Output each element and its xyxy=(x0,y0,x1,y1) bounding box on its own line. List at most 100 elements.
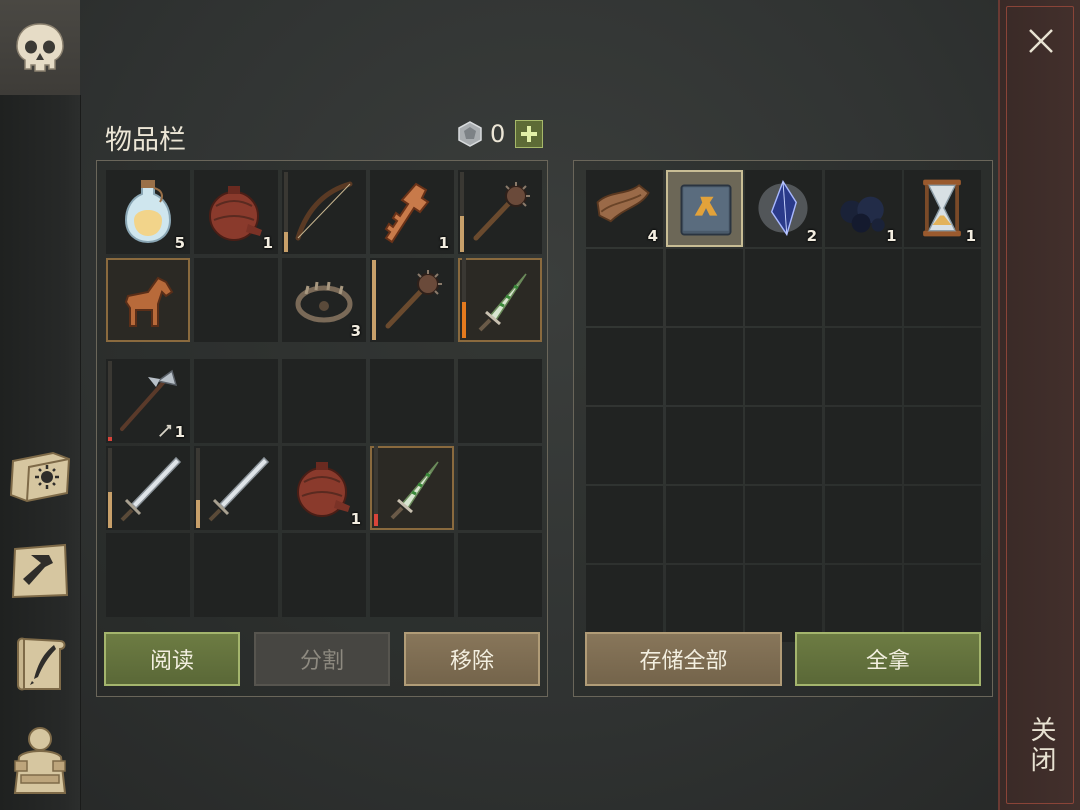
empty-slot[interactable] xyxy=(458,533,542,617)
item-slot[interactable] xyxy=(106,446,190,530)
empty-slot[interactable] xyxy=(586,486,663,563)
longsword-icon xyxy=(120,456,182,522)
empty-slot[interactable] xyxy=(745,249,822,326)
empty-slot[interactable] xyxy=(194,533,278,617)
empty-slot[interactable] xyxy=(745,486,822,563)
durability-fill xyxy=(108,437,112,441)
bronze-key-icon xyxy=(384,182,430,244)
sun-book-icon xyxy=(9,451,71,503)
empty-slot[interactable] xyxy=(745,407,822,484)
empty-slot[interactable] xyxy=(824,565,902,642)
gem-coin-icon xyxy=(458,121,482,147)
hammer-map-icon xyxy=(11,543,69,599)
empty-slot[interactable] xyxy=(282,533,366,617)
currency-count: 0 xyxy=(490,120,506,148)
empty-slot[interactable] xyxy=(824,486,902,563)
item-slot[interactable]: 4 xyxy=(586,170,663,247)
halberd-icon xyxy=(120,369,178,431)
item-slot[interactable]: 1 xyxy=(282,446,366,530)
empty-slot[interactable] xyxy=(194,258,278,342)
crafting-button[interactable] xyxy=(6,537,74,605)
sun-book-button[interactable] xyxy=(6,443,74,511)
split-button[interactable]: 分割 xyxy=(254,632,390,686)
item-slot[interactable] xyxy=(194,446,278,530)
empty-slot[interactable] xyxy=(824,328,902,405)
empty-slot[interactable] xyxy=(586,407,663,484)
empty-slot[interactable] xyxy=(370,533,454,617)
empty-slot[interactable] xyxy=(665,328,743,405)
item-slot[interactable] xyxy=(458,170,542,254)
empty-slot[interactable] xyxy=(458,359,542,443)
spiked-mace-icon xyxy=(473,182,530,241)
durability-bar xyxy=(372,260,376,340)
close-button[interactable] xyxy=(1024,24,1058,58)
empty-slot[interactable] xyxy=(824,249,902,326)
empty-slot[interactable] xyxy=(665,407,743,484)
quests-button[interactable] xyxy=(6,630,74,698)
item-slot[interactable]: 3 xyxy=(282,258,366,342)
empty-slot[interactable] xyxy=(586,328,663,405)
item-quantity: 4 xyxy=(647,227,658,245)
durability-fill xyxy=(108,492,112,528)
read-button[interactable]: 阅读 xyxy=(104,632,240,686)
empty-slot[interactable] xyxy=(665,565,743,642)
close-panel[interactable]: 关闭 xyxy=(998,0,1080,810)
leather-flask-icon xyxy=(209,186,262,241)
close-panel-border xyxy=(1006,6,1074,804)
item-quantity: 1 xyxy=(965,227,976,245)
durability-bar xyxy=(108,448,112,528)
empty-slot[interactable] xyxy=(106,533,190,617)
empty-slot[interactable] xyxy=(745,328,822,405)
item-slot[interactable] xyxy=(665,170,743,247)
durability-fill xyxy=(460,216,464,252)
store-all-button[interactable]: 存储全部 xyxy=(585,632,782,686)
empty-slot[interactable] xyxy=(904,328,981,405)
item-slot[interactable] xyxy=(106,258,190,342)
item-slot[interactable] xyxy=(370,446,454,530)
close-icon xyxy=(1029,29,1053,53)
character-button[interactable] xyxy=(6,725,74,794)
empty-slot[interactable] xyxy=(904,486,981,563)
item-slot[interactable] xyxy=(282,170,366,254)
empty-slot[interactable] xyxy=(745,565,822,642)
item-slot[interactable]: 1 xyxy=(106,359,190,443)
empty-slot[interactable] xyxy=(282,359,366,443)
spiked-mace-icon xyxy=(385,270,442,329)
item-quantity: 5 xyxy=(174,234,185,252)
item-slot[interactable]: 1 xyxy=(904,170,981,247)
empty-slot[interactable] xyxy=(824,407,902,484)
item-slot[interactable]: 1 xyxy=(824,170,902,247)
item-slot[interactable]: 1 xyxy=(194,170,278,254)
durability-bar xyxy=(462,258,466,338)
empty-slot[interactable] xyxy=(194,359,278,443)
add-currency-button[interactable] xyxy=(515,120,544,148)
left-sidebar xyxy=(0,95,81,810)
item-slot[interactable]: 2 xyxy=(745,170,822,247)
potion-bottle-icon xyxy=(124,180,172,244)
item-slot[interactable]: 5 xyxy=(106,170,190,254)
wooden-horse-icon xyxy=(124,276,174,327)
skull-tab[interactable] xyxy=(0,0,80,96)
empty-slot[interactable] xyxy=(904,407,981,484)
item-slot[interactable] xyxy=(458,258,542,342)
leather-flask-icon xyxy=(297,462,350,517)
close-label[interactable]: 关闭 xyxy=(1026,716,1060,776)
arrow-icon xyxy=(159,424,172,437)
durability-fill xyxy=(374,514,378,526)
empty-slot[interactable] xyxy=(904,249,981,326)
empty-slot[interactable] xyxy=(904,565,981,642)
skull-icon xyxy=(16,22,64,72)
empty-slot[interactable] xyxy=(458,446,542,530)
item-quantity: 3 xyxy=(350,322,361,340)
bow-icon xyxy=(295,181,353,241)
item-slot[interactable] xyxy=(370,258,454,342)
empty-slot[interactable] xyxy=(370,359,454,443)
empty-slot[interactable] xyxy=(665,249,743,326)
durability-bar xyxy=(108,361,112,441)
take-all-button[interactable]: 全拿 xyxy=(795,632,981,686)
remove-button[interactable]: 移除 xyxy=(404,632,540,686)
empty-slot[interactable] xyxy=(586,249,663,326)
item-slot[interactable]: 1 xyxy=(370,170,454,254)
empty-slot[interactable] xyxy=(586,565,663,642)
empty-slot[interactable] xyxy=(665,486,743,563)
